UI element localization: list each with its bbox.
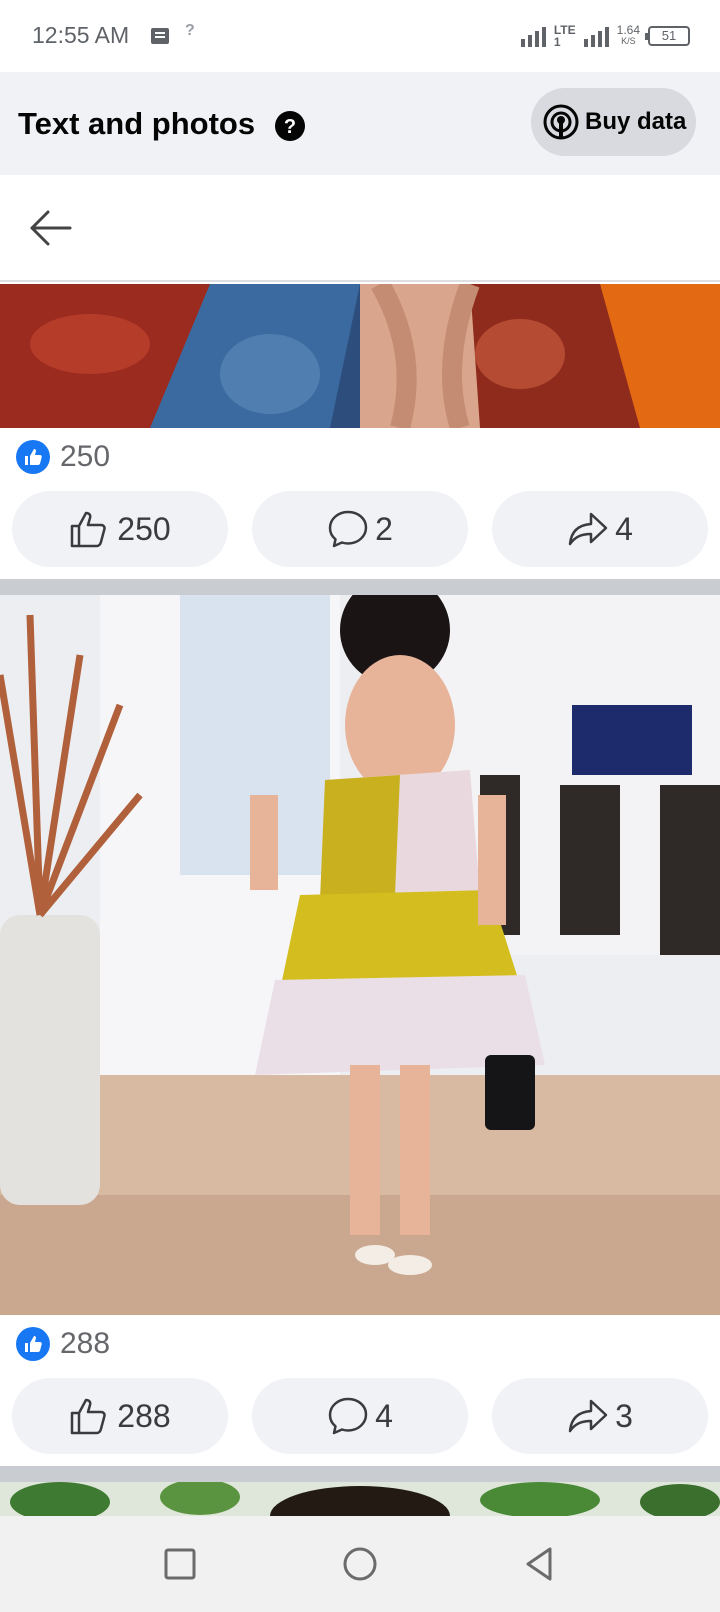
buy-data-button[interactable]: Buy data: [531, 88, 696, 156]
buy-data-label: Buy data: [585, 108, 687, 135]
photo-girl-in-dress: [0, 595, 720, 1315]
status-indicators: LTE 1 1.64 K/S 51: [520, 20, 690, 52]
back-bar: [0, 175, 720, 282]
status-time: 12:55 AM: [32, 22, 130, 48]
square-icon[interactable]: [160, 1544, 200, 1584]
like-count: 250: [60, 440, 111, 473]
like-button-count: 288: [117, 1397, 171, 1434]
svg-text:?: ?: [284, 116, 296, 138]
like-button[interactable]: 288: [12, 1378, 228, 1454]
message-notification-icon: [151, 28, 169, 44]
photo-fabric-pattern: [0, 284, 720, 428]
comment-button[interactable]: 2: [252, 491, 468, 567]
thumbs-up-icon: [71, 511, 107, 548]
post-actions: 288 4 3: [0, 1378, 720, 1456]
system-nav-bar: [0, 1516, 720, 1612]
likes-summary[interactable]: 250: [0, 428, 720, 484]
share-count: 3: [615, 1397, 633, 1434]
share-button[interactable]: 4: [492, 491, 708, 567]
like-button[interactable]: 250: [12, 491, 228, 567]
like-button-count: 250: [117, 510, 171, 547]
like-count: 288: [60, 1327, 111, 1360]
arrow-left-icon[interactable]: [26, 205, 76, 251]
post-photo[interactable]: [0, 284, 720, 428]
share-button[interactable]: 3: [492, 1378, 708, 1454]
battery-icon: 51: [645, 26, 690, 46]
comment-count: 2: [375, 510, 393, 547]
like-reaction-icon: [16, 440, 50, 474]
like-reaction-icon: [16, 1327, 50, 1361]
post-divider: [0, 1466, 720, 1482]
no-sim-icon: ?: [185, 22, 195, 39]
post-photo[interactable]: [0, 1482, 720, 1516]
comment-icon: [328, 1397, 368, 1435]
network-speed: 1.64 K/S: [616, 23, 640, 46]
page-title: Text and photos: [18, 106, 256, 141]
status-bar: 12:55 AM ? LTE 1 1.64 K/S 51: [0, 0, 720, 72]
broadcast-icon: [543, 104, 579, 140]
question-circle-icon[interactable]: ?: [274, 110, 306, 142]
comment-count: 4: [375, 1397, 393, 1434]
likes-summary[interactable]: 288: [0, 1315, 720, 1371]
post-actions: 250 2 4: [0, 491, 720, 569]
comment-button[interactable]: 4: [252, 1378, 468, 1454]
share-icon: [568, 1399, 608, 1433]
post-photo[interactable]: [0, 595, 720, 1315]
lte-indicator: LTE 1: [553, 23, 576, 49]
comment-icon: [328, 510, 368, 548]
share-count: 4: [615, 510, 633, 547]
signal-icon-2: [583, 25, 609, 47]
post-divider: [0, 579, 720, 595]
circle-icon[interactable]: [340, 1544, 380, 1584]
thumbs-up-icon: [71, 1398, 107, 1435]
signal-icon: [520, 25, 546, 47]
triangle-back-icon[interactable]: [520, 1544, 560, 1584]
share-icon: [568, 512, 608, 546]
photo-next-post: [0, 1482, 720, 1516]
